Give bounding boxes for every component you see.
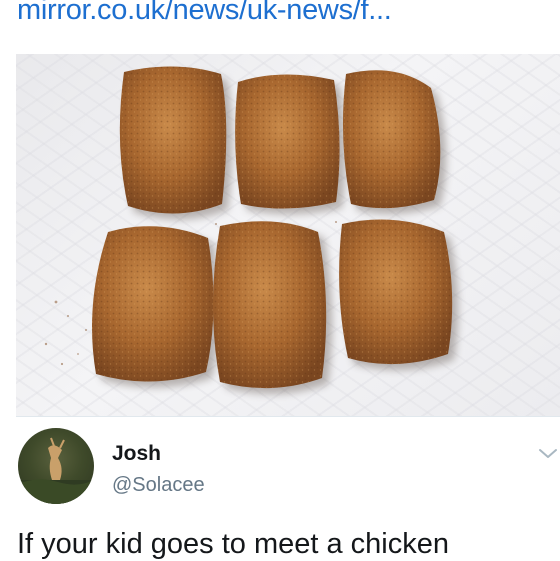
chevron-down-icon[interactable] xyxy=(536,444,560,464)
author-handle[interactable]: @Solacee xyxy=(112,474,205,497)
tweet-text: If your kid goes to meet a chicken xyxy=(17,528,449,560)
divider xyxy=(16,416,560,417)
avatar[interactable] xyxy=(18,428,94,504)
link-preview-image[interactable] xyxy=(16,54,560,416)
avatar-image-icon xyxy=(18,437,94,504)
author-name[interactable]: Josh xyxy=(112,442,161,466)
nuggets-photo-illustration xyxy=(44,66,459,395)
link-url[interactable]: mirror.co.uk/news/uk-news/f... xyxy=(17,0,392,27)
nugget xyxy=(119,66,227,214)
